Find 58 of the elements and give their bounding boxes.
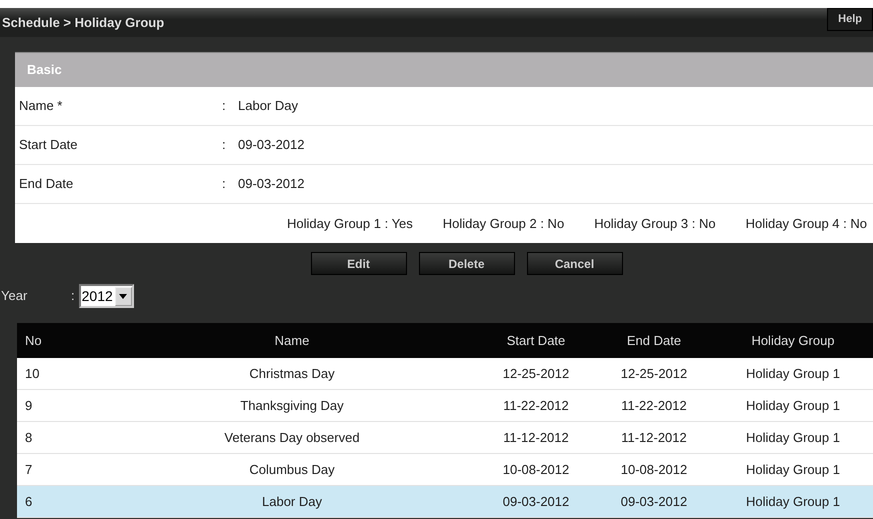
table-cell-text: 10 — [24, 364, 40, 383]
table-cell-text: 11-22-2012 — [502, 396, 570, 415]
group-status: Holiday Group 4 : No — [746, 214, 867, 233]
group-status: Holiday Group 3 : No — [594, 214, 716, 233]
table-cell-text: 09-03-2012 — [620, 492, 688, 511]
table-cell-text: Thanksgiving Day — [239, 396, 345, 415]
column-header: End Date — [626, 332, 682, 350]
table-cell-text: Columbus Day — [248, 460, 336, 479]
table-row[interactable]: 10 Christmas Day 12-25-2012 12-25-2012 Holiday Group 1 — [17, 358, 873, 390]
year-label: Year — [1, 287, 28, 306]
table-cell-text: 11-12-2012 — [502, 428, 570, 447]
separator: : — [71, 287, 75, 306]
field-label: Start Date — [18, 136, 79, 154]
page-title: Schedule > Holiday Group — [1, 14, 164, 32]
table-cell-text: 12-25-2012 — [502, 364, 570, 383]
table-cell-text: 10-08-2012 — [620, 460, 688, 479]
table-cell-text: Labor Day — [261, 492, 323, 511]
table-cell-text: 7 — [24, 460, 34, 479]
action-button[interactable]: Delete — [418, 252, 514, 275]
column-header: Holiday Group — [750, 332, 836, 350]
field-label: Name * — [18, 97, 64, 116]
action-button[interactable]: Edit — [310, 252, 406, 275]
field-value: 09-03-2012 — [238, 175, 304, 194]
column-header: Start Date — [506, 332, 566, 350]
table-cell-text: Holiday Group 1 — [745, 396, 841, 415]
field-label: End Date — [18, 175, 74, 194]
field-value: 09-03-2012 — [238, 136, 304, 154]
column-header: No — [24, 332, 43, 350]
table-cell-text: Christmas Day — [248, 364, 336, 383]
table-row[interactable]: 7 Columbus Day 10-08-2012 10-08-2012 Holiday Group 1 — [17, 454, 873, 486]
table-cell-text: 8 — [24, 428, 34, 447]
table-cell-text: Holiday Group 1 — [745, 428, 841, 447]
table-row[interactable]: 6 Labor Day 09-03-2012 09-03-2012 Holiday Group 1 — [17, 486, 873, 518]
table-cell-text: 12-25-2012 — [620, 364, 688, 383]
table-cell-text: 11-22-2012 — [620, 396, 688, 415]
column-header: Name — [274, 332, 310, 350]
separator: : — [222, 97, 227, 116]
year-dropdown[interactable]: 2012 — [78, 284, 134, 308]
action-button[interactable]: Cancel — [526, 252, 622, 275]
table-cell-text: Veterans Day observed — [223, 428, 361, 447]
field-value: Labor Day — [238, 97, 298, 116]
table-cell-text: Holiday Group 1 — [745, 492, 841, 511]
table-cell-text: 6 — [24, 492, 34, 511]
table-row[interactable]: 9 Thanksgiving Day 11-22-2012 11-22-2012 Holiday Group 1 — [17, 390, 873, 422]
separator: : — [222, 175, 227, 194]
table-cell-text: Holiday Group 1 — [745, 364, 841, 383]
table-cell-text: 10-08-2012 — [502, 460, 570, 479]
separator: : — [222, 136, 227, 154]
table-cell-text: Holiday Group 1 — [745, 460, 841, 479]
table-cell-text: 09-03-2012 — [502, 492, 570, 511]
table-cell-text: 11-12-2012 — [620, 428, 688, 447]
table-row[interactable]: 8 Veterans Day observed 11-12-2012 11-12-2012 Holiday Group 1 — [17, 422, 873, 454]
caret-icon — [119, 294, 128, 298]
group-status: Holiday Group 2 : No — [442, 214, 564, 233]
section-heading: Basic — [15, 52, 873, 87]
help-button[interactable]: Help — [827, 8, 873, 31]
table-cell-text: 9 — [24, 396, 34, 415]
group-status: Holiday Group 1 : Yes — [287, 214, 413, 233]
